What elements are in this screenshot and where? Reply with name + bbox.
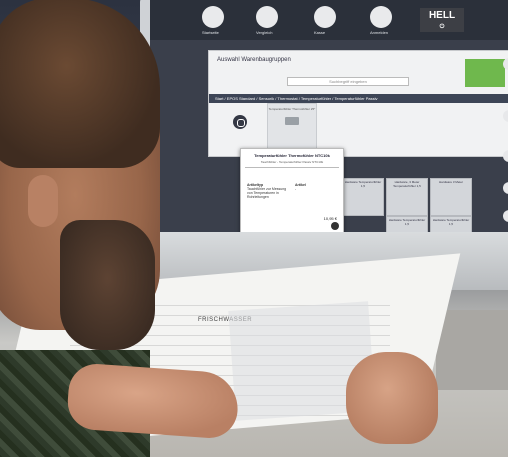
dialog-title: Auswahl Warenbaugruppen bbox=[217, 57, 291, 63]
tile-label: Vergleich bbox=[256, 30, 273, 35]
product-card-title: Temperaturfühler Thermofühler 25° bbox=[268, 107, 316, 111]
desk-item bbox=[436, 310, 508, 390]
right-heading: Artikel bbox=[295, 183, 306, 187]
grid-card-label: Hardware Temperaturfühler 1,5 bbox=[388, 218, 426, 226]
grid-card-label: Hardware, 3 Meter Temperaturfühler 1,5 bbox=[393, 180, 421, 188]
tile-label: Anmelden bbox=[370, 30, 389, 35]
grid-card-label: Hardware Temperaturfühler 1,5 bbox=[432, 218, 470, 226]
sidebar-icon[interactable] bbox=[503, 210, 508, 222]
power-icon[interactable]: ⏻ bbox=[420, 24, 464, 30]
search-input[interactable]: Suchbegriff eingeben bbox=[287, 77, 409, 86]
person-ear bbox=[28, 175, 58, 227]
popup-left-column: Artikeltyp Tauchfühler zur Messung von T… bbox=[247, 183, 289, 199]
right-text: - bbox=[295, 187, 297, 191]
person-beard bbox=[60, 220, 155, 350]
grid-card-label: Hardware 3 Meter bbox=[438, 180, 463, 184]
divider bbox=[245, 167, 339, 168]
sidebar-icon[interactable] bbox=[503, 110, 508, 122]
cart-icon[interactable] bbox=[314, 6, 336, 28]
product-detail-popup: Temperaturfühler Thermofühler NTC10k Tau… bbox=[240, 148, 344, 234]
person-hair bbox=[0, 0, 160, 168]
right-hand bbox=[346, 352, 438, 444]
category-dialog: Auswahl Warenbaugruppen Suchbegriff eing… bbox=[208, 50, 508, 157]
close-icon[interactable] bbox=[503, 58, 508, 70]
add-to-cart-icon[interactable] bbox=[331, 222, 339, 230]
brand-logo: HELL ⏻ bbox=[420, 8, 464, 32]
eye-icon[interactable] bbox=[503, 182, 508, 194]
grid-card[interactable]: Hardware Temperaturfühler 1,5 bbox=[342, 178, 384, 216]
grid-card[interactable]: Hardware, 3 Meter Temperaturfühler 1,5 bbox=[386, 178, 428, 216]
grid-card-label: Hardware Temperaturfühler 1,5 bbox=[344, 180, 382, 188]
left-hand bbox=[65, 362, 241, 440]
popup-title: Temperaturfühler Thermofühler NTC10k bbox=[254, 153, 330, 158]
home-icon[interactable] bbox=[202, 6, 224, 28]
popup-subtitle: Tauchfühler - Temperaturfühler Passiv NT… bbox=[260, 160, 324, 164]
tile-label: Startseite bbox=[202, 30, 219, 35]
compare-icon[interactable] bbox=[256, 6, 278, 28]
breadcrumb[interactable]: Start / EPOS Standard / Sensorik / Therm… bbox=[209, 94, 508, 103]
popup-right-column: Artikel - bbox=[295, 183, 337, 191]
popup-price: 10,95 € bbox=[323, 216, 337, 221]
category-icon[interactable] bbox=[233, 115, 247, 129]
tile-label: Kasse bbox=[314, 30, 326, 35]
sidebar-icon[interactable] bbox=[503, 150, 508, 162]
grid-card[interactable]: Hardware 3 Meter bbox=[430, 178, 472, 216]
monitor-screen: Startseite Vergleich Kasse Anmelden HELL… bbox=[150, 0, 508, 255]
photo-scene: Startseite Vergleich Kasse Anmelden HELL… bbox=[0, 0, 508, 457]
left-text: Tauchfühler zur Messung von Temperaturen… bbox=[247, 187, 287, 199]
dialog-action-button[interactable] bbox=[465, 59, 505, 87]
top-tile-row: Startseite Vergleich Kasse Anmelden HELL… bbox=[150, 0, 508, 40]
product-image bbox=[285, 117, 299, 125]
user-icon[interactable] bbox=[370, 6, 392, 28]
brand-name: HELL bbox=[428, 10, 456, 21]
